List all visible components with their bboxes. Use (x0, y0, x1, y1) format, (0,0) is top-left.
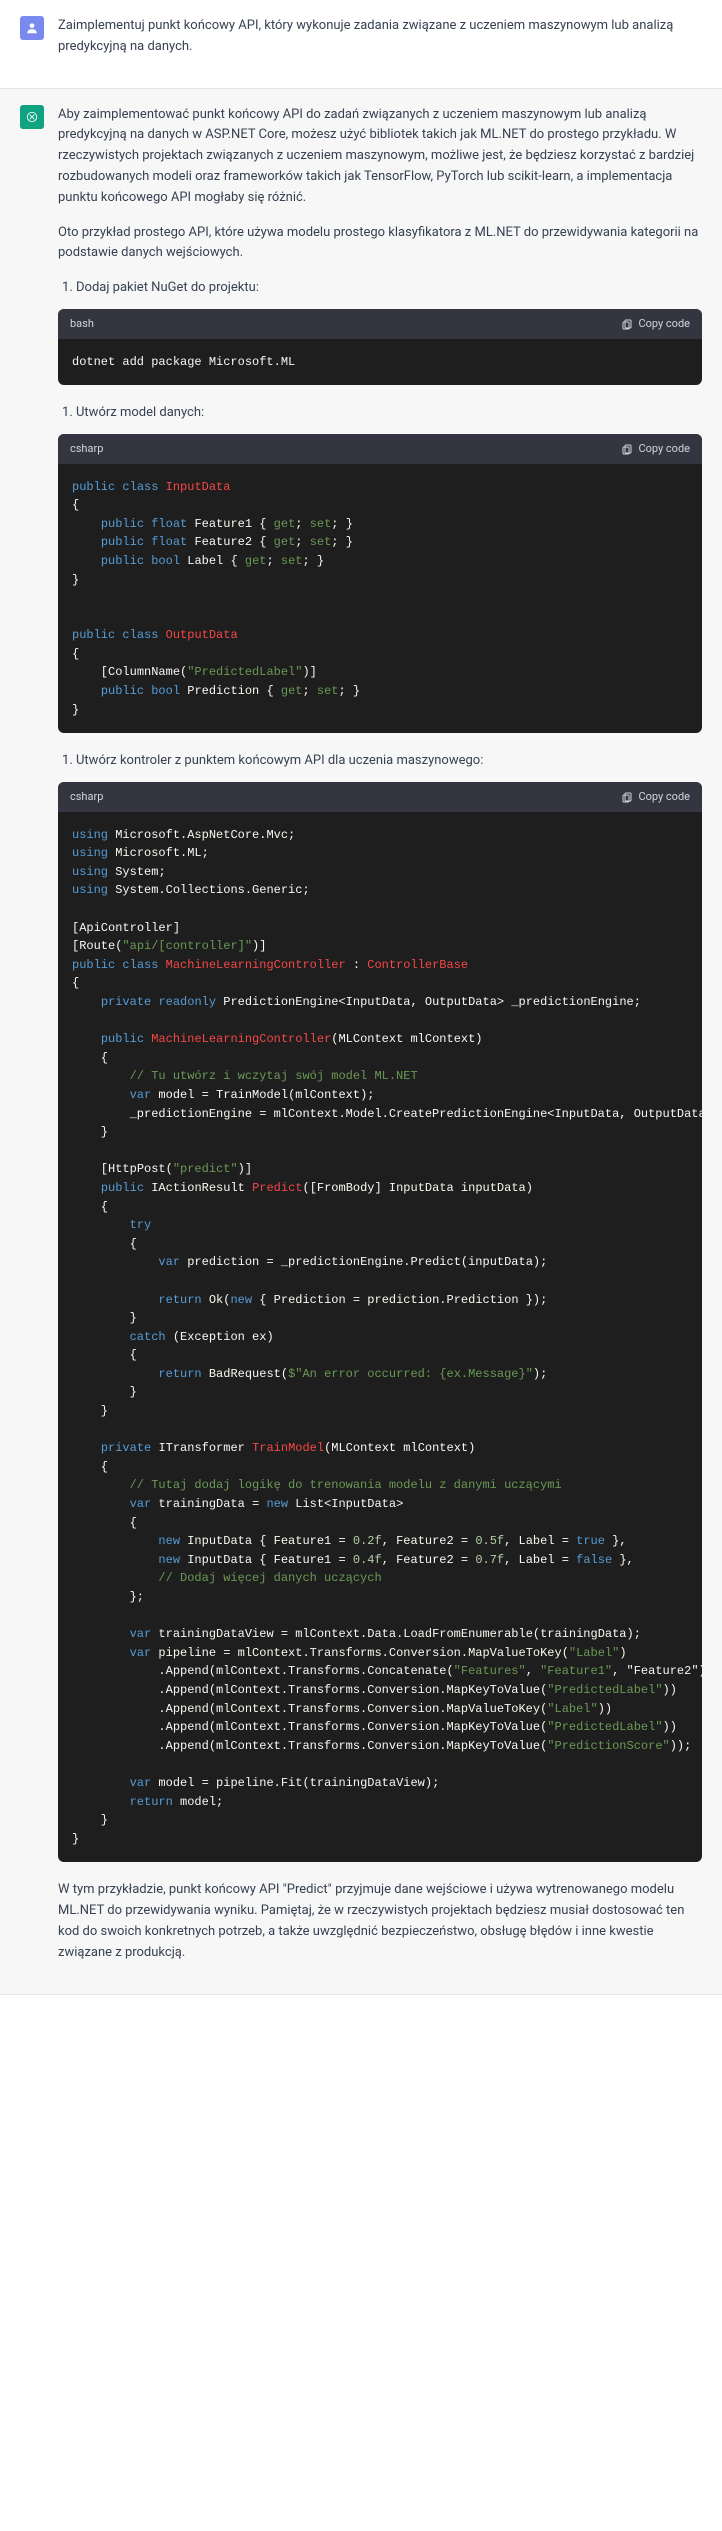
user-content: Zaimplementuj punkt końcowy API, który w… (58, 16, 702, 72)
code-lang-label: csharp (70, 788, 103, 806)
code-header: csharp Copy code (58, 434, 702, 464)
assistant-avatar (20, 105, 44, 129)
code-block-csharp-1: csharp Copy code public class InputData … (58, 434, 702, 733)
assistant-content: Aby zaimplementować punkt końcowy API do… (58, 105, 702, 1978)
copy-code-button[interactable]: Copy code (621, 315, 690, 333)
code-lang-label: bash (70, 315, 94, 333)
code-header: csharp Copy code (58, 782, 702, 812)
clipboard-icon (621, 791, 633, 803)
step-1: Dodaj pakiet NuGet do projektu: (76, 278, 702, 299)
step-list-3: Utwórz kontroler z punktem końcowym API … (76, 751, 702, 772)
copy-label: Copy code (638, 788, 690, 806)
copy-code-button[interactable]: Copy code (621, 788, 690, 806)
intro-paragraph-2: Oto przykład prostego API, które używa m… (58, 223, 702, 265)
step-list-1: Dodaj pakiet NuGet do projektu: (76, 278, 702, 299)
step-list-2: Utwórz model danych: (76, 403, 702, 424)
code-content[interactable]: dotnet add package Microsoft.ML (58, 339, 702, 386)
code-block-csharp-2: csharp Copy code using Microsoft.AspNetC… (58, 782, 702, 1862)
code-content[interactable]: public class InputData { public float Fe… (58, 464, 702, 734)
copy-label: Copy code (638, 315, 690, 333)
intro-paragraph-1: Aby zaimplementować punkt końcowy API do… (58, 105, 702, 209)
user-avatar (20, 16, 44, 40)
user-turn: Zaimplementuj punkt końcowy API, który w… (0, 0, 722, 89)
user-message: Zaimplementuj punkt końcowy API, który w… (58, 16, 702, 58)
code-lang-label: csharp (70, 440, 103, 458)
code-content[interactable]: using Microsoft.AspNetCore.Mvc; using Mi… (58, 812, 702, 1863)
assistant-turn: Aby zaimplementować punkt końcowy API do… (0, 89, 722, 1995)
step-2: Utwórz model danych: (76, 403, 702, 424)
clipboard-icon (621, 443, 633, 455)
copy-label: Copy code (638, 440, 690, 458)
copy-code-button[interactable]: Copy code (621, 440, 690, 458)
user-icon (25, 21, 39, 35)
openai-icon (25, 110, 39, 124)
outro-paragraph: W tym przykładzie, punkt końcowy API "Pr… (58, 1880, 702, 1963)
code-header: bash Copy code (58, 309, 702, 339)
clipboard-icon (621, 318, 633, 330)
code-block-bash: bash Copy code dotnet add package Micros… (58, 309, 702, 385)
step-3: Utwórz kontroler z punktem końcowym API … (76, 751, 702, 772)
